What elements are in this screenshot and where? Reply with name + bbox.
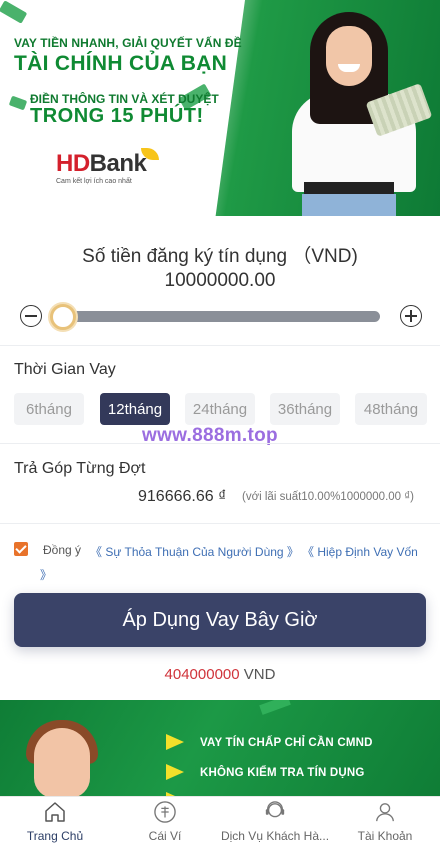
divider <box>0 443 440 444</box>
term-label: Thời Gian Vay <box>14 361 116 378</box>
ticker-number: 404000000 <box>164 666 240 683</box>
divider <box>0 345 440 346</box>
installment-value: 916666.66 ₫ <box>138 488 227 505</box>
term-option[interactable]: 36tháng <box>270 393 340 425</box>
amount-value: 10000000.00 <box>164 270 276 291</box>
hero-line-2: TÀI CHÍNH CỦA BẠN <box>14 52 228 75</box>
arrow-icon <box>166 734 184 750</box>
slider-thumb[interactable] <box>50 304 76 330</box>
loan-ticker: 404000000 VND <box>0 666 440 683</box>
installment-label: Trả Góp Từng Đợt <box>14 460 146 477</box>
tab-label: Cái Ví <box>148 829 182 843</box>
decrease-button[interactable] <box>20 305 42 327</box>
wallet-icon <box>154 801 176 823</box>
hero-line-4: TRONG 15 PHÚT! <box>30 105 204 127</box>
customer-service-icon <box>265 801 285 818</box>
hdbank-logo: HDBank Cam kết lợi ích cao nhất <box>56 150 147 185</box>
bottom-tab-bar: Trang Chủ Cái Ví Dịch Vụ Khách Hà... Tài… <box>0 796 440 844</box>
tab-home[interactable]: Trang Chủ <box>0 801 110 843</box>
promo-line-1: VAY TÍN CHẤP CHỈ CẦN CMND <box>200 737 373 749</box>
loan-agreement-link-end[interactable]: 》 <box>40 566 52 583</box>
user-icon <box>376 803 394 822</box>
term-option[interactable]: 6tháng <box>14 393 84 425</box>
hero-woman-image <box>292 12 433 216</box>
term-option[interactable]: 48tháng <box>355 393 427 425</box>
divider <box>0 523 440 524</box>
agree-checkbox[interactable] <box>14 542 28 556</box>
term-option[interactable]: 24tháng <box>185 393 255 425</box>
interest-note: (với lãi suất10.00%1000000.00 ₫) <box>242 491 414 503</box>
ticker-unit: VND <box>239 666 276 683</box>
hero-line-3: ĐIỀN THÔNG TIN VÀ XÉT DUYỆT <box>30 92 219 106</box>
loan-agreement-link[interactable]: 《 Hiệp Định Vay Vốn <box>302 543 418 560</box>
user-agreement-link[interactable]: 《 Sự Thỏa Thuận Của Người Dùng 》 <box>90 543 299 560</box>
tab-wallet[interactable]: Cái Ví <box>110 801 220 843</box>
amount-slider[interactable] <box>20 303 424 331</box>
term-options: 6tháng 12tháng 24tháng 36tháng 48tháng <box>14 393 428 427</box>
arrow-icon <box>166 764 184 780</box>
logo-brand-red: HD <box>56 150 90 177</box>
increase-button[interactable] <box>400 305 422 327</box>
hero-line-1: VAY TIỀN NHANH, GIẢI QUYẾT VẤN ĐỀ <box>14 36 242 50</box>
minus-icon <box>25 315 37 317</box>
promo-banner: VAY TÍN CHẤP CHỈ CẦN CMND KHÔNG KIỂM TRA… <box>0 700 440 796</box>
tab-label: Tài Khoản <box>357 829 413 843</box>
home-icon <box>45 802 65 822</box>
tab-label: Dịch Vụ Khách Hà... <box>220 829 330 843</box>
term-option[interactable]: 12tháng <box>100 393 170 425</box>
apply-loan-button[interactable]: Áp Dụng Vay Bây Giờ <box>14 593 426 647</box>
tab-customer-service[interactable]: Dịch Vụ Khách Hà... <box>220 801 330 843</box>
hero-banner: VAY TIỀN NHANH, GIẢI QUYẾT VẤN ĐỀ TÀI CH… <box>0 0 440 216</box>
tab-account[interactable]: Tài Khoản <box>330 801 440 843</box>
logo-tagline: Cam kết lợi ích cao nhất <box>56 178 132 185</box>
plus-icon <box>405 310 417 322</box>
amount-title: Số tiền đăng ký tín dụng （VND) <box>82 246 358 267</box>
promo-line-2: KHÔNG KIỂM TRA TÍN DỤNG <box>200 767 365 779</box>
slider-track[interactable] <box>58 311 380 322</box>
logo-brand-dark: Bank <box>89 150 147 177</box>
agree-text: Đồng ý <box>43 543 82 557</box>
tab-label: Trang Chủ <box>26 829 84 843</box>
